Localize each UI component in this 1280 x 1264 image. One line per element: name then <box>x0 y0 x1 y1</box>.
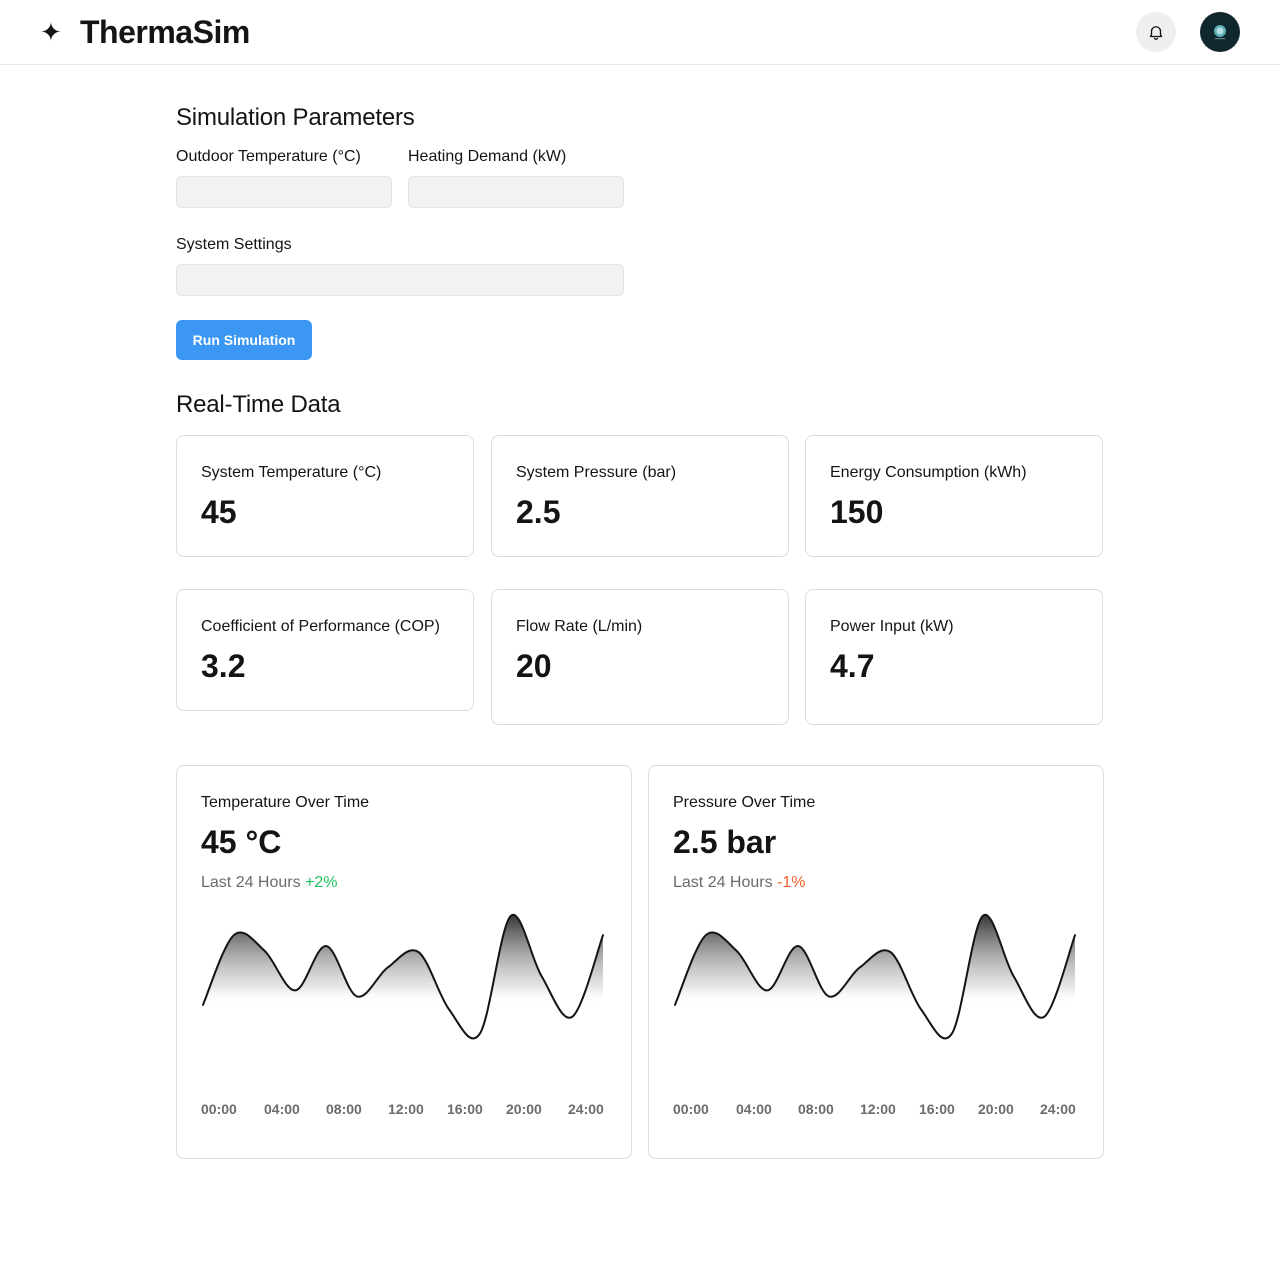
chart-period-label: Last 24 Hours <box>673 874 773 891</box>
x-tick-label: 24:00 <box>1040 1101 1076 1117</box>
heating-demand-label: Heating Demand (kW) <box>408 148 567 165</box>
heating-demand-input[interactable] <box>408 176 624 208</box>
x-tick-label: 16:00 <box>919 1101 955 1117</box>
stat-label: System Temperature (°C) <box>201 464 382 481</box>
pressure-chart-card: Pressure Over Time 2.5 bar Last 24 Hours… <box>648 765 1104 1159</box>
stat-value: 4.7 <box>830 648 875 684</box>
x-tick-label: 08:00 <box>326 1101 362 1117</box>
chart-value: 45 °C <box>201 824 282 860</box>
x-tick-label: 12:00 <box>388 1101 424 1117</box>
pressure-chart <box>674 913 1076 1076</box>
chart-change: +2% <box>305 874 338 891</box>
stat-value: 2.5 <box>516 494 561 530</box>
stat-label: Flow Rate (L/min) <box>516 618 643 635</box>
sparkle-icon: ✦ <box>40 17 62 47</box>
x-tick-label: 16:00 <box>447 1101 483 1117</box>
temperature-chart-card: Temperature Over Time 45 °C Last 24 Hour… <box>176 765 632 1159</box>
system-settings-input[interactable] <box>176 264 624 296</box>
outdoor-temperature-label: Outdoor Temperature (°C) <box>176 148 361 165</box>
simulation-parameters-title: Simulation Parameters <box>176 104 415 131</box>
top-bar: ✦ ThermaSim <box>0 0 1280 65</box>
chart-area <box>675 914 1075 1076</box>
stat-card-power-input: Power Input (kW) 4.7 <box>805 589 1103 725</box>
stat-value: 150 <box>830 494 884 530</box>
stat-value: 3.2 <box>201 648 246 684</box>
stat-card-flow-rate: Flow Rate (L/min) 20 <box>491 589 789 725</box>
chart-area <box>203 914 603 1076</box>
stat-label: System Pressure (bar) <box>516 464 677 481</box>
chart-value: 2.5 bar <box>673 824 777 860</box>
chart-period-label: Last 24 Hours <box>201 874 301 891</box>
avatar[interactable] <box>1200 12 1240 52</box>
bell-icon <box>1149 26 1163 40</box>
app-title: ThermaSim <box>80 14 250 50</box>
x-tick-label: 12:00 <box>860 1101 896 1117</box>
stat-value: 20 <box>516 648 552 684</box>
x-tick-label: 24:00 <box>568 1101 604 1117</box>
stat-value: 45 <box>201 494 237 530</box>
chart-change: -1% <box>777 874 806 891</box>
x-tick-label: 00:00 <box>201 1101 237 1117</box>
avatar-image <box>1214 25 1226 40</box>
chart-period: Last 24 Hours -1% <box>673 872 806 894</box>
x-tick-label: 20:00 <box>506 1101 542 1117</box>
stat-card-system-pressure: System Pressure (bar) 2.5 <box>491 435 789 557</box>
stat-card-energy-consumption: Energy Consumption (kWh) 150 <box>805 435 1103 557</box>
notifications-button[interactable] <box>1136 12 1176 52</box>
run-simulation-button[interactable]: Run Simulation <box>176 320 312 360</box>
stat-label: Power Input (kW) <box>830 618 954 635</box>
real-time-data-title: Real-Time Data <box>176 391 341 418</box>
outdoor-temperature-input[interactable] <box>176 176 392 208</box>
stat-card-system-temperature: System Temperature (°C) 45 <box>176 435 474 557</box>
x-tick-label: 00:00 <box>673 1101 709 1117</box>
x-tick-label: 08:00 <box>798 1101 834 1117</box>
system-settings-label: System Settings <box>176 236 292 253</box>
temperature-chart <box>202 913 604 1076</box>
chart-title: Pressure Over Time <box>673 794 816 811</box>
x-tick-label: 04:00 <box>736 1101 772 1117</box>
chart-period: Last 24 Hours +2% <box>201 872 338 894</box>
stat-label: Coefficient of Performance (COP) <box>201 618 440 635</box>
stat-label: Energy Consumption (kWh) <box>830 464 1027 481</box>
x-tick-label: 20:00 <box>978 1101 1014 1117</box>
stat-card-cop: Coefficient of Performance (COP) 3.2 <box>176 589 474 711</box>
chart-title: Temperature Over Time <box>201 794 370 811</box>
x-tick-label: 04:00 <box>264 1101 300 1117</box>
